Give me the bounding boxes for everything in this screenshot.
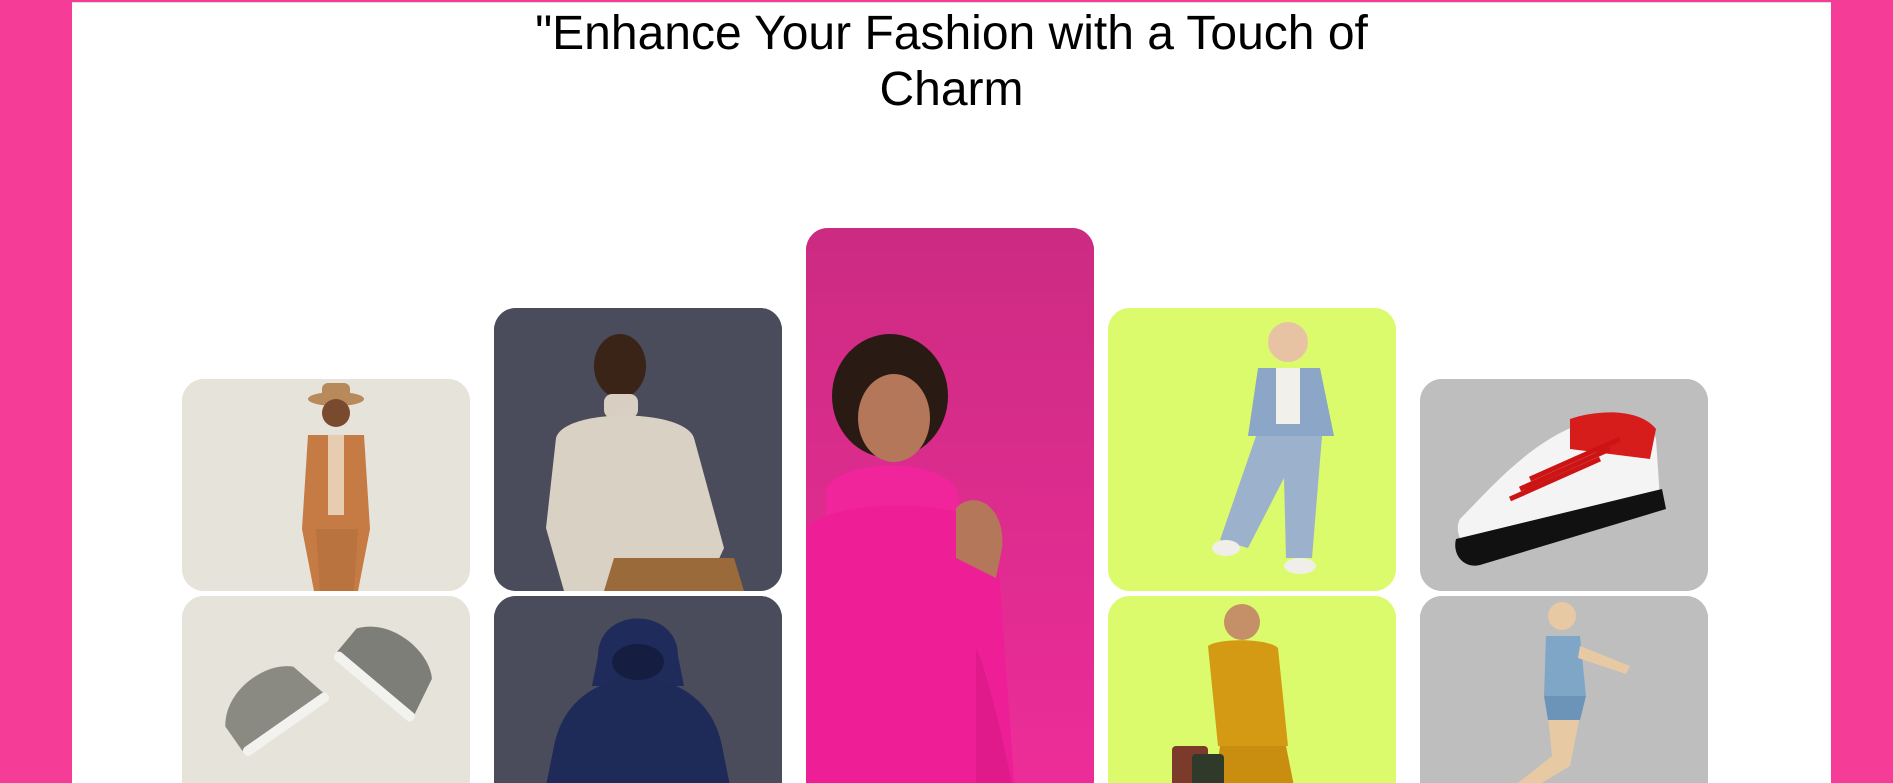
gallery-tile-girl-walking[interactable] <box>1420 596 1708 783</box>
navy-hoodie-photo <box>494 596 782 783</box>
sneaker-red-photo <box>1420 379 1708 591</box>
gallery-tile-boy-hat[interactable] <box>182 379 470 591</box>
page-container: "Enhance Your Fashion with a Touch of Ch… <box>72 2 1831 783</box>
gallery-tile-hoodie[interactable] <box>494 596 782 783</box>
page-title: "Enhance Your Fashion with a Touch of Ch… <box>535 7 1368 116</box>
woman-shopping-photo <box>1108 596 1396 783</box>
girl-walking-photo <box>1420 596 1708 783</box>
gallery-tile-child-denim[interactable] <box>1108 308 1396 591</box>
gallery-tile-sneaker[interactable] <box>1420 379 1708 591</box>
woman-in-pink-photo <box>806 228 1094 783</box>
gallery-tile-sneakers-pair[interactable] <box>182 596 470 783</box>
child-in-denim-photo <box>1108 308 1396 591</box>
boy-in-hat-photo <box>182 379 470 591</box>
sneakers-pair-photo <box>182 596 470 783</box>
gallery-tile-woman-shopping[interactable] <box>1108 596 1396 783</box>
gallery-tile-woman-pink[interactable] <box>806 228 1094 783</box>
gallery-tile-man-turtleneck[interactable] <box>494 308 782 591</box>
man-in-turtleneck-photo <box>494 308 782 591</box>
